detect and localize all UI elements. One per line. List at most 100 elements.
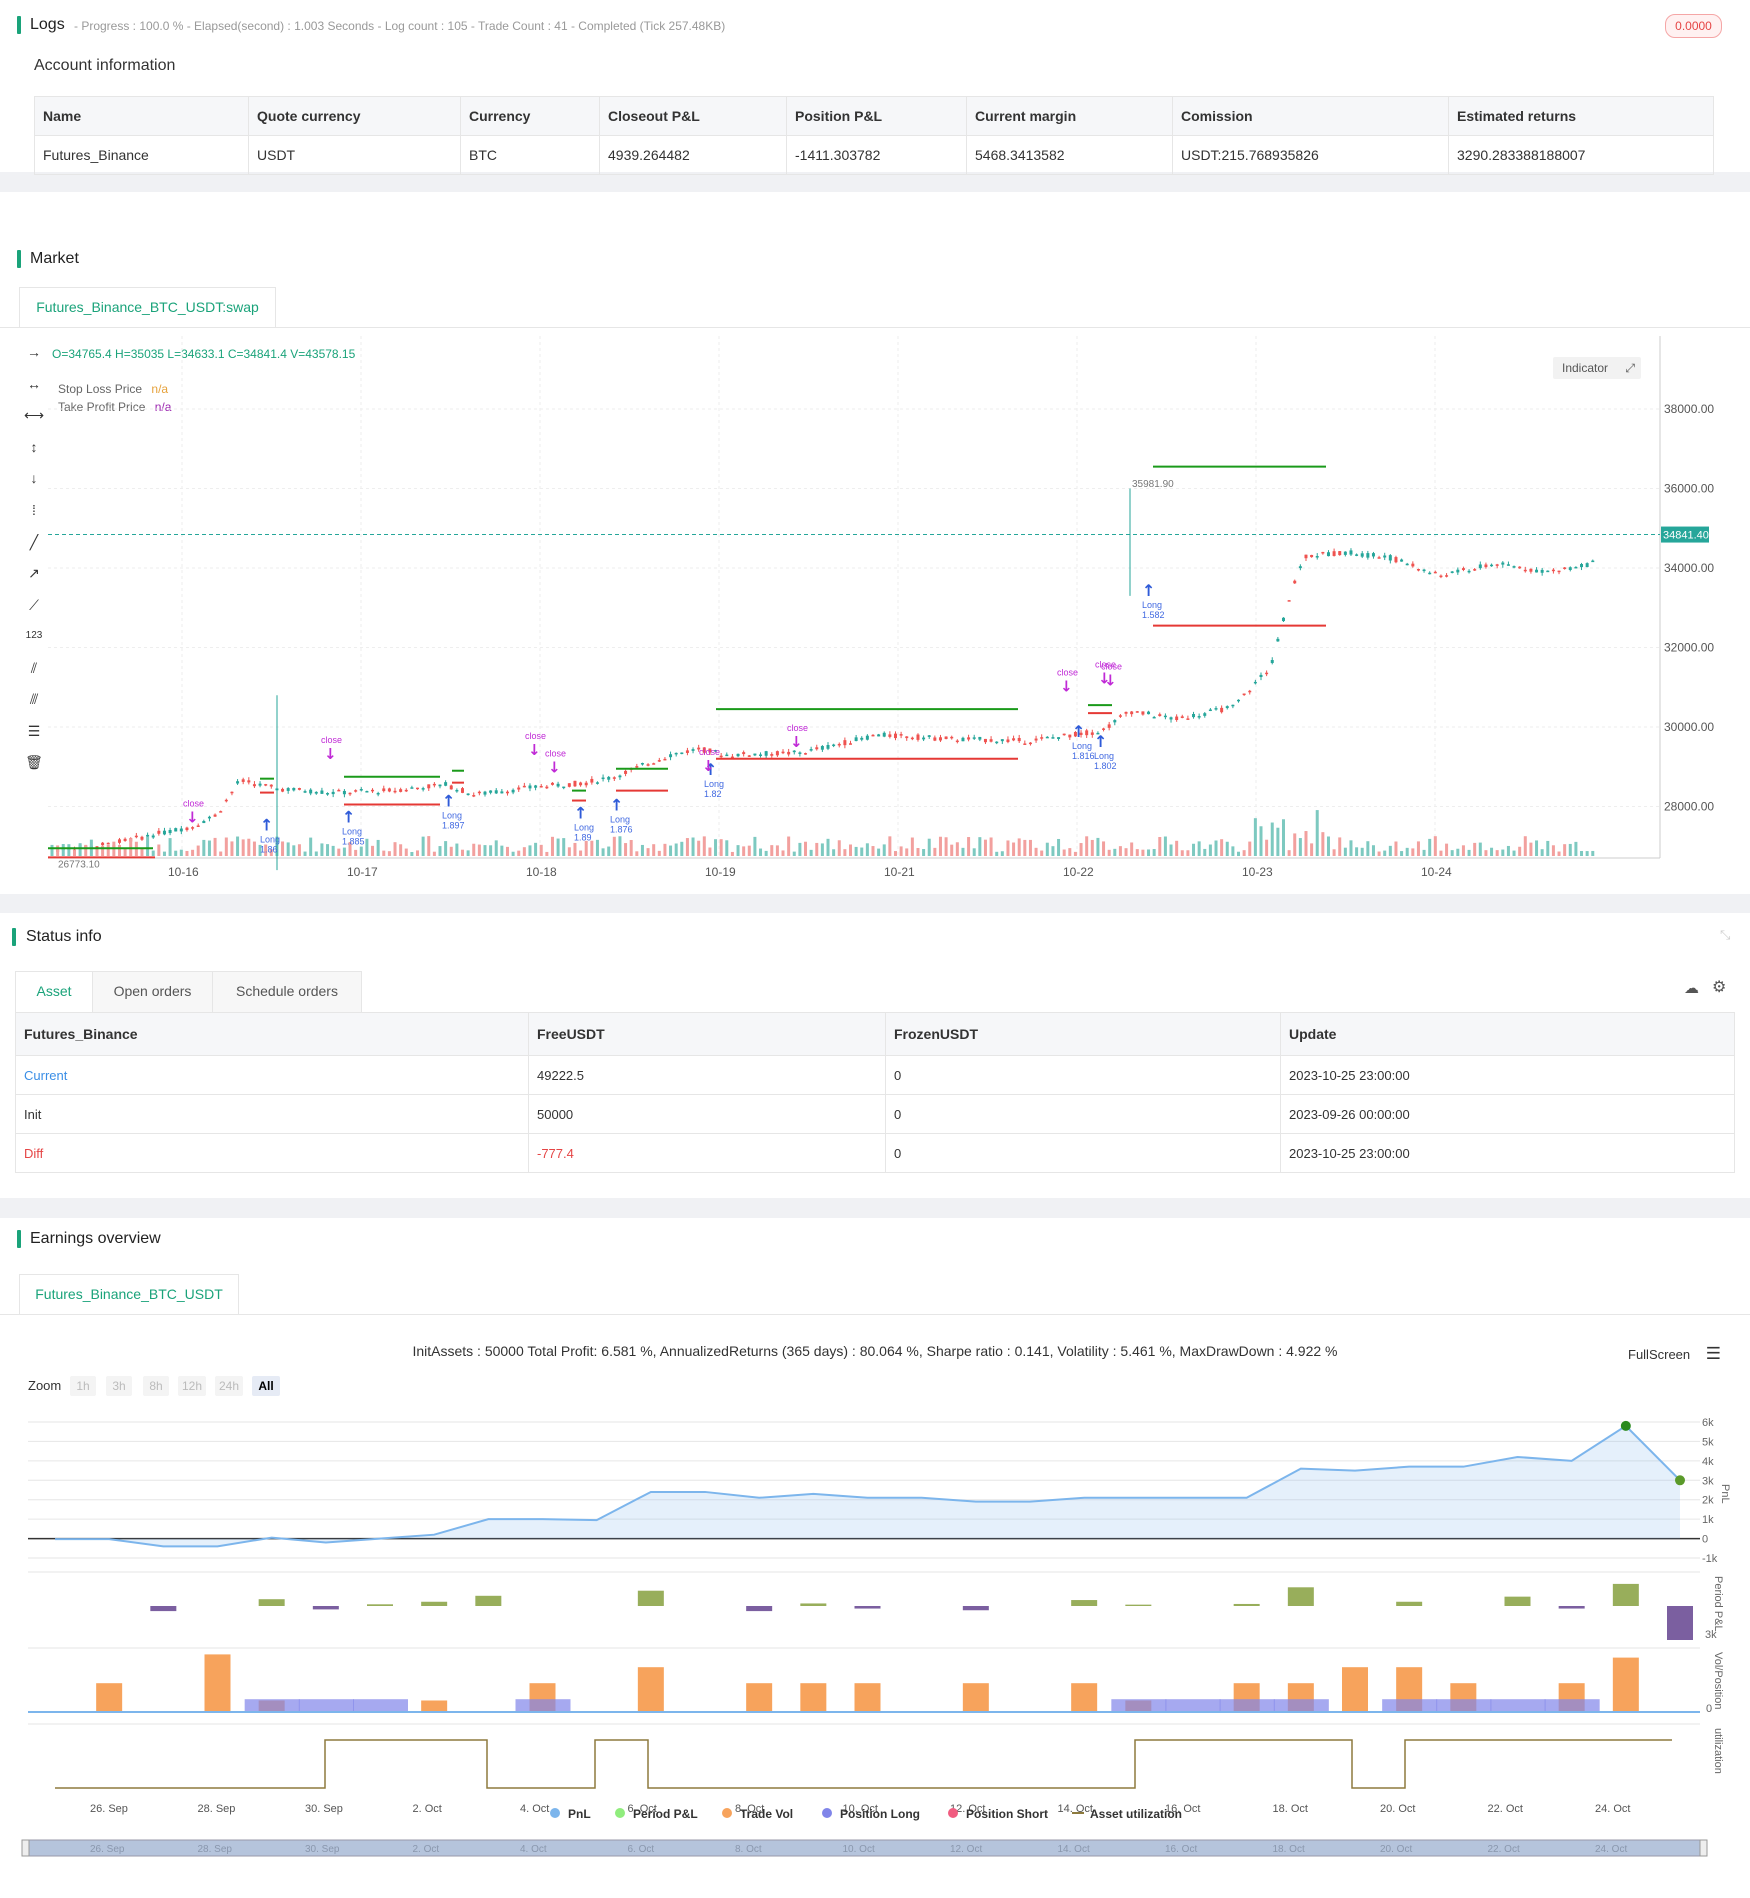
- volume-bar: [1405, 847, 1409, 856]
- candle-body: [342, 790, 346, 795]
- volume-bar: [191, 849, 195, 856]
- candle-body: [1141, 711, 1145, 715]
- collapse-icon[interactable]: ⤡: [1720, 927, 1730, 943]
- segment-icon[interactable]: ⟋: [22, 595, 46, 615]
- cell-currency: BTC: [460, 135, 600, 175]
- trade-vol-bar: [96, 1683, 123, 1712]
- candle-body: [1349, 550, 1353, 555]
- tab-asset[interactable]: Asset: [15, 971, 93, 1012]
- candle-body: [410, 787, 414, 789]
- ray-line-icon[interactable]: ↗: [22, 563, 46, 583]
- volume-bar: [905, 848, 909, 856]
- period-pnl-bar: [1558, 1606, 1585, 1609]
- candle-body: [624, 770, 628, 774]
- period-pnl-bar: [800, 1603, 827, 1606]
- drawing-toolbar: → ↔ ⟷ ↕ ↓ ⁞ ╱ ↗ ⟋ 123 ⫽ ⫻ ☰ 🗑: [0, 342, 50, 782]
- tab-schedule-orders[interactable]: Schedule orders: [212, 971, 362, 1012]
- asset-header-row: Futures_Binance FreeUSDT FrozenUSDT Upda…: [15, 1012, 1735, 1056]
- volume-bar: [1326, 836, 1330, 856]
- close-signal-label: close: [699, 747, 720, 757]
- candle-body: [539, 785, 543, 788]
- cell-estimated-returns: 3290.283388188007: [1448, 135, 1714, 175]
- menu-icon[interactable]: ☰: [1706, 1344, 1721, 1363]
- vertical-segment-icon[interactable]: ⁞: [22, 500, 46, 520]
- candle-body: [669, 754, 673, 758]
- candle-body: [1518, 566, 1522, 569]
- cell-diff-frozen: 0: [885, 1133, 1281, 1173]
- trash-icon[interactable]: 🗑: [22, 752, 46, 772]
- fib-retracement-icon[interactable]: ☰: [22, 721, 46, 741]
- vertical-line-icon[interactable]: ↕: [22, 437, 46, 457]
- cell-init-frozen: 0: [885, 1094, 1281, 1134]
- position-long-bar: [1382, 1699, 1438, 1712]
- volume-bar: [933, 847, 937, 856]
- candle-body: [927, 735, 931, 737]
- price-label-icon[interactable]: 123: [22, 626, 46, 646]
- volume-bar: [202, 839, 206, 856]
- horizontal-line-icon[interactable]: ↔: [22, 374, 46, 394]
- logs-badge[interactable]: 0.0000: [1665, 14, 1722, 38]
- tab-open-orders[interactable]: Open orders: [92, 971, 213, 1012]
- volume-bar: [837, 840, 841, 856]
- extended-line-icon[interactable]: ⟷: [22, 405, 46, 425]
- volume-bar: [1383, 850, 1387, 856]
- period-pnl-bar: [746, 1606, 773, 1612]
- volume-bar: [1006, 840, 1010, 856]
- market-panel: Market Futures_Binance_BTC_USDT:swap → ↔…: [0, 192, 1750, 894]
- vertical-ray-icon[interactable]: ↓: [22, 468, 46, 488]
- parallel-channel-icon[interactable]: ⫽: [22, 658, 46, 678]
- candle-body: [1085, 730, 1089, 736]
- candle-body: [1360, 553, 1364, 557]
- navigator-date-label: 14. Oct: [1058, 1844, 1090, 1855]
- zoom-1h-button[interactable]: 1h: [70, 1376, 96, 1396]
- market-accent: [17, 250, 21, 268]
- zoom-3h-button[interactable]: 3h: [106, 1376, 132, 1396]
- volume-bar: [1248, 841, 1252, 856]
- candle-body: [843, 740, 847, 746]
- volume-bar: [742, 846, 746, 856]
- date-axis-label: 2. Oct: [413, 1803, 442, 1815]
- volume-bar: [432, 851, 436, 856]
- settings-icon[interactable]: ⚙: [1712, 977, 1726, 997]
- earnings-chart[interactable]: 6k5k4k3k2k1k0-1kPnL3kPeriod P&L0 Vol/Posi…: [0, 1400, 1750, 1898]
- date-axis-label: 20. Oct: [1380, 1803, 1415, 1815]
- candle-body: [579, 782, 583, 786]
- candle-body: [213, 814, 217, 817]
- horizontal-ray-icon[interactable]: →: [22, 342, 46, 362]
- candle-body: [1310, 554, 1314, 558]
- long-signal-label: Long: [704, 779, 724, 789]
- candle-body: [1456, 569, 1460, 573]
- volume-bar: [798, 842, 802, 856]
- candle-body: [646, 764, 650, 766]
- trend-line-icon[interactable]: ╱: [22, 532, 46, 552]
- cloud-download-icon[interactable]: ☁: [1684, 979, 1699, 997]
- earnings-symbol-tab[interactable]: Futures_Binance_BTC_USDT: [19, 1274, 239, 1315]
- zoom-24h-button[interactable]: 24h: [215, 1376, 243, 1396]
- candle-body: [955, 740, 959, 743]
- zoom-12h-button[interactable]: 12h: [178, 1376, 206, 1396]
- volume-bar: [241, 839, 245, 856]
- fullscreen-button[interactable]: FullScreen ☰: [1628, 1344, 1721, 1364]
- volume-bar: [505, 846, 509, 856]
- market-symbol-tab[interactable]: Futures_Binance_BTC_USDT:swap: [19, 287, 276, 328]
- legend-label: Asset utilization: [1090, 1807, 1182, 1821]
- volume-bar: [331, 845, 335, 856]
- candlestick-chart[interactable]: 38000.00 36000.00 34000.00 32000.00 30000.00…: [48, 336, 1748, 886]
- candle-body: [1332, 551, 1336, 556]
- volume-bar: [1135, 849, 1139, 856]
- candle-body: [590, 778, 594, 783]
- volume-bar: [1535, 840, 1539, 856]
- zoom-all-button[interactable]: All: [252, 1376, 280, 1396]
- candle-body: [1450, 571, 1454, 573]
- candle-body: [134, 835, 138, 838]
- volume-bar: [281, 841, 285, 856]
- volume-bar: [1563, 844, 1567, 856]
- volume-bar: [1512, 850, 1516, 856]
- volume-bar: [1124, 848, 1128, 856]
- candle-body: [292, 787, 296, 791]
- volume-bar: [652, 844, 656, 856]
- legend-label: PnL: [568, 1807, 591, 1821]
- fib-channel-icon[interactable]: ⫻: [22, 689, 46, 709]
- volume-bar: [1580, 850, 1584, 856]
- zoom-8h-button[interactable]: 8h: [143, 1376, 169, 1396]
